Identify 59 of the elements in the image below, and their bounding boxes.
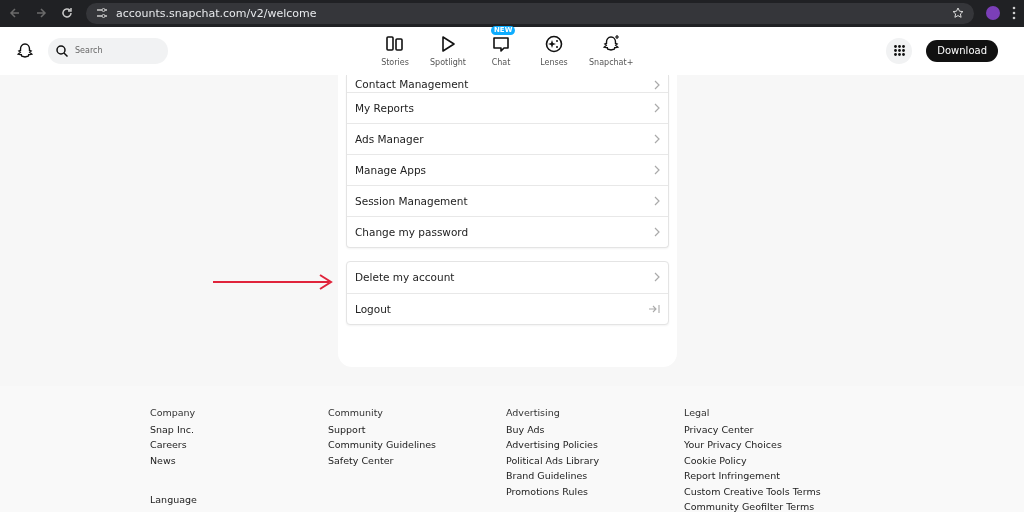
chevron-right-icon — [654, 164, 660, 175]
chat-icon — [491, 34, 511, 55]
footer-link[interactable]: Political Ads Library — [506, 454, 684, 466]
footer-link[interactable]: Your Privacy Choices — [684, 439, 862, 451]
reload-icon[interactable] — [60, 6, 74, 21]
menu-item[interactable]: Logout — [347, 292, 668, 324]
chevron-right-icon — [654, 133, 660, 144]
profile-avatar-icon[interactable] — [986, 6, 1000, 21]
site-settings-icon[interactable] — [96, 7, 108, 20]
footer-link[interactable]: Advertising Policies — [506, 439, 684, 451]
apps-grid-button[interactable] — [886, 37, 913, 64]
ghost-logo-icon[interactable] — [16, 41, 34, 60]
chevron-right-icon — [654, 195, 660, 206]
menu-item[interactable]: Ads Manager — [347, 122, 668, 154]
footer-link[interactable]: News — [150, 454, 328, 466]
chevron-right-icon — [654, 79, 660, 90]
footer-link[interactable]: Buy Ads — [506, 424, 684, 436]
download-button[interactable]: Download — [926, 39, 998, 62]
star-icon[interactable] — [952, 7, 964, 20]
footer-heading: Company — [150, 406, 197, 418]
footer-link[interactable]: Careers — [150, 439, 328, 451]
menu-item[interactable]: Change my password — [347, 215, 668, 247]
logout-icon — [648, 303, 660, 314]
footer-link[interactable]: Cookie Policy — [684, 454, 862, 466]
menu-item[interactable]: Session Management — [347, 184, 668, 216]
address-bar[interactable]: accounts.snapchat.com/v2/welcome — [86, 3, 974, 24]
menu-item[interactable]: Delete my account — [347, 261, 668, 293]
chevron-right-icon — [654, 272, 660, 283]
more-options-icon[interactable] — [1012, 6, 1016, 21]
footer-link[interactable]: Community Guidelines — [328, 439, 506, 451]
nav-tab[interactable]: Spotlight — [430, 34, 466, 68]
nav-tab[interactable]: Lenses — [536, 34, 572, 68]
grid-icon — [893, 45, 905, 57]
footer-heading: Language — [150, 493, 197, 505]
footer-link[interactable]: Promotions Rules — [506, 485, 684, 497]
menu-item[interactable]: My Reports — [347, 91, 668, 123]
chevron-right-icon — [654, 102, 660, 113]
footer-link[interactable]: Support — [328, 424, 506, 436]
arrow-icon — [212, 273, 334, 290]
lenses-icon — [544, 34, 564, 55]
footer-link[interactable]: Privacy Center — [684, 424, 862, 436]
footer-link[interactable]: Custom Creative Tools Terms — [684, 485, 862, 497]
footer-link[interactable]: Report Infringement — [684, 470, 862, 482]
footer-link[interactable]: Community Geofilter Terms — [684, 501, 862, 512]
url-text: accounts.snapchat.com/v2/welcome — [116, 7, 317, 20]
footer-heading: Legal — [684, 406, 711, 418]
nav-tab[interactable]: Chat — [483, 34, 519, 68]
nav-tab[interactable]: Stories — [377, 34, 413, 68]
search-field[interactable]: Search — [48, 37, 168, 64]
menu-item[interactable]: Manage Apps — [347, 153, 668, 185]
search-icon[interactable] — [56, 44, 68, 57]
footer-link[interactable]: Safety Center — [328, 454, 506, 466]
nav-tab[interactable]: Snapchat+ — [589, 34, 634, 68]
footer-heading: Advertising — [506, 406, 561, 418]
footer-heading: Community — [328, 406, 384, 418]
footer-link[interactable]: Snap Inc. — [150, 424, 328, 436]
chevron-right-icon — [654, 226, 660, 237]
footer-link[interactable]: Brand Guidelines — [506, 470, 684, 482]
menu-item[interactable]: Contact Management — [347, 74, 668, 92]
